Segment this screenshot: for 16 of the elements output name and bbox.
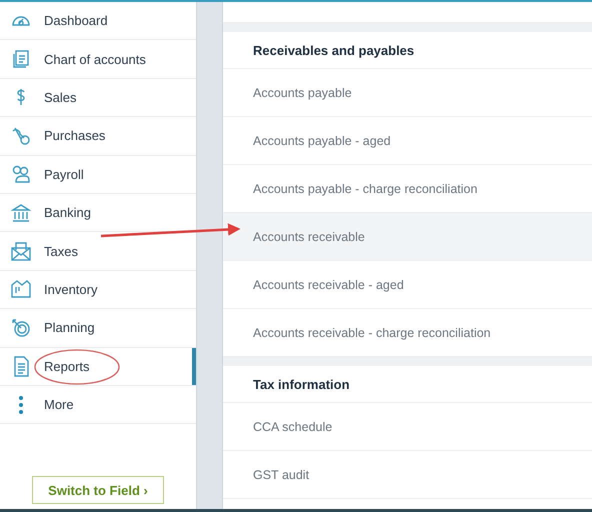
sidebar-item[interactable]: Reports [0,348,196,386]
section-heading: Tax information [223,366,592,403]
section-heading: Receivables and payables [223,32,592,69]
report-link[interactable]: Accounts payable - aged [223,117,592,165]
report-link[interactable]: CCA schedule [223,403,592,451]
envelope-icon [10,240,32,262]
report-link[interactable]: Accounts receivable [223,213,592,261]
report-link[interactable]: Accounts receivable - aged [223,261,592,309]
switch-to-field-button[interactable]: Switch to Field › [32,476,164,504]
report-link[interactable]: Accounts payable [223,69,592,117]
people-icon [10,163,32,186]
target-icon [10,316,32,339]
house-icon [10,278,32,300]
report-link[interactable]: GST audit [223,451,592,499]
more-icon [19,396,23,414]
bank-icon [10,202,32,224]
